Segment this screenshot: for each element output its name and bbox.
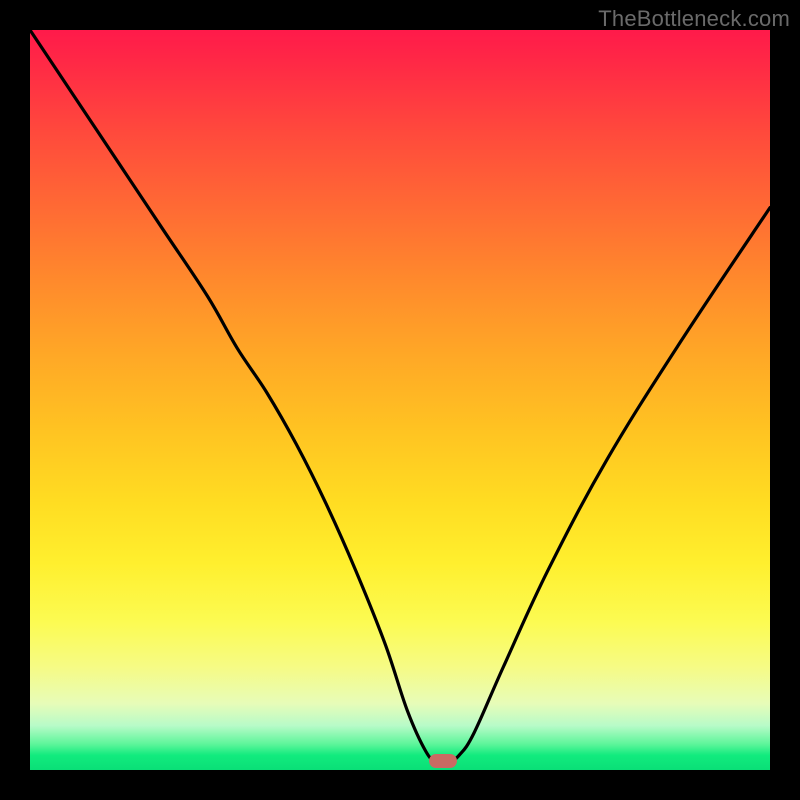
minimum-marker [429,754,457,768]
watermark-text: TheBottleneck.com [598,6,790,32]
background-gradient [30,30,770,770]
plot-area [30,30,770,770]
chart-frame: TheBottleneck.com [0,0,800,800]
